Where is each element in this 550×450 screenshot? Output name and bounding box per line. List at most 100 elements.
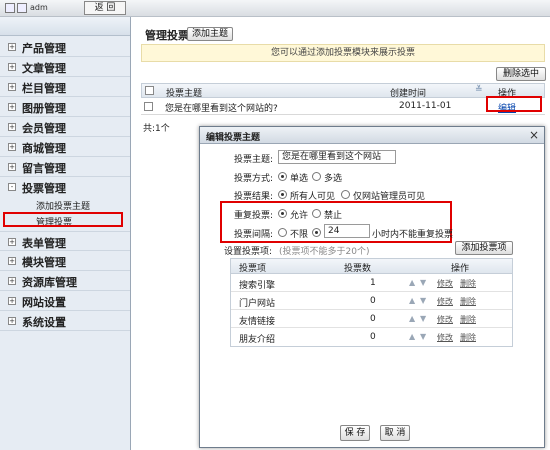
interval-hours-input[interactable]: 24: [324, 224, 370, 238]
move-down-icon[interactable]: ▼: [420, 278, 426, 287]
page-title: 管理投票: [145, 29, 189, 42]
add-item-button[interactable]: 添加投票项: [455, 241, 513, 255]
move-down-icon[interactable]: ▼: [420, 314, 426, 323]
sidebar-item-resources[interactable]: + 资源库管理: [0, 271, 130, 291]
save-button[interactable]: 保 存: [340, 425, 370, 441]
edit-item-link[interactable]: 修改: [437, 296, 453, 307]
result-all-radio[interactable]: [278, 190, 287, 199]
sidebar-item-label: 文章管理: [22, 62, 66, 75]
delete-item-link[interactable]: 删除: [460, 296, 476, 307]
mode-single-label: 单选: [290, 174, 309, 184]
move-up-icon[interactable]: ▲: [409, 278, 415, 287]
item-name: 搜索引擎: [239, 281, 276, 291]
sidebar-item-columns[interactable]: + 栏目管理: [0, 77, 130, 97]
edit-item-link[interactable]: 修改: [437, 278, 453, 289]
topic-input[interactable]: 您是在哪里看到这个网站: [278, 150, 396, 164]
expand-icon[interactable]: +: [8, 163, 16, 171]
top-bar: adm 返 回: [0, 0, 550, 17]
interval-hours-radio[interactable]: [312, 228, 321, 237]
sidebar-item-articles[interactable]: + 文章管理: [0, 57, 130, 77]
info-tip: 您可以通过添加投票模块来展示投票: [141, 44, 545, 62]
repeat-deny-label: 禁止: [324, 211, 343, 221]
add-topic-button[interactable]: 添加主题: [187, 27, 233, 41]
move-up-icon[interactable]: ▲: [409, 296, 415, 305]
highlight-box: [3, 212, 123, 227]
interval-unlimited-label: 不限: [290, 230, 309, 240]
expand-icon[interactable]: +: [8, 43, 16, 51]
expand-icon[interactable]: +: [8, 63, 16, 71]
item-count: 0: [370, 332, 376, 342]
edit-item-link[interactable]: 修改: [437, 332, 453, 343]
mode-multi-label: 多选: [324, 174, 343, 184]
sidebar-item-label: 产品管理: [22, 42, 66, 55]
sidebar-item-modules[interactable]: + 模块管理: [0, 251, 130, 271]
repeat-allow-label: 允许: [290, 211, 309, 221]
expand-icon[interactable]: +: [8, 317, 16, 325]
sidebar-item-label: 商城管理: [22, 142, 66, 155]
move-down-icon[interactable]: ▼: [420, 332, 426, 341]
username: adm: [30, 3, 48, 12]
expand-icon[interactable]: +: [8, 238, 16, 246]
item-name: 友情链接: [239, 317, 276, 327]
sidebar-item-site-settings[interactable]: + 网站设置: [0, 291, 130, 311]
votes-table: 投票主题 创建时间 ≚ 操作 您是在哪里看到这个网站的? 2011-11-01 …: [141, 83, 545, 115]
sidebar-item-messages[interactable]: + 留言管理: [0, 157, 130, 177]
sidebar-item-label: 会员管理: [22, 122, 66, 135]
delete-item-link[interactable]: 删除: [460, 314, 476, 325]
select-all-checkbox[interactable]: [145, 86, 154, 95]
expand-icon[interactable]: +: [8, 257, 16, 265]
items-hint: (投票项不能多于20个): [279, 247, 370, 257]
sidebar-item-label: 栏目管理: [22, 82, 66, 95]
items-label: 设置投票项:: [224, 247, 273, 257]
col-item: 投票项: [239, 264, 267, 274]
expand-icon[interactable]: +: [8, 83, 16, 91]
sidebar-item-shop[interactable]: + 商城管理: [0, 137, 130, 157]
back-button[interactable]: 返 回: [84, 1, 126, 15]
sidebar-item-products[interactable]: + 产品管理: [0, 37, 130, 57]
sidebar: + 产品管理 + 文章管理 + 栏目管理 + 图册管理 + 会员管理 + 商城管…: [0, 17, 131, 450]
sidebar-item-label: 系统设置: [22, 316, 66, 329]
row-checkbox[interactable]: [144, 102, 153, 111]
sort-icon[interactable]: ≚: [475, 85, 483, 95]
delete-item-link[interactable]: 删除: [460, 278, 476, 289]
mode-multi-radio[interactable]: [312, 172, 321, 181]
expand-icon[interactable]: +: [8, 277, 16, 285]
move-up-icon[interactable]: ▲: [409, 332, 415, 341]
sidebar-subitem-add-vote[interactable]: 添加投票主题: [36, 199, 90, 212]
sidebar-item-label: 图册管理: [22, 102, 66, 115]
item-row: 友情链接 0 ▲ ▼ 修改 删除: [231, 310, 512, 328]
repeat-label: 重复投票:: [234, 211, 274, 221]
collapse-icon[interactable]: -: [8, 183, 16, 191]
dialog-titlebar: 编辑投票主题 ×: [200, 127, 544, 144]
dialog-title: 编辑投票主题: [206, 133, 261, 143]
repeat-deny-radio[interactable]: [312, 209, 321, 218]
interval-unlimited-radio[interactable]: [278, 228, 287, 237]
home-icon[interactable]: [5, 3, 15, 13]
item-row: 门户网站 0 ▲ ▼ 修改 删除: [231, 292, 512, 310]
interval-label: 投票间隔:: [234, 230, 274, 240]
sidebar-item-votes[interactable]: - 投票管理: [0, 177, 130, 197]
sidebar-item-system-settings[interactable]: + 系统设置: [0, 311, 130, 331]
delete-item-link[interactable]: 删除: [460, 332, 476, 343]
window-icon[interactable]: [17, 3, 27, 13]
item-name: 门户网站: [239, 299, 276, 309]
expand-icon[interactable]: +: [8, 143, 16, 151]
expand-icon[interactable]: +: [8, 123, 16, 131]
move-down-icon[interactable]: ▼: [420, 296, 426, 305]
cancel-button[interactable]: 取 消: [380, 425, 410, 441]
repeat-allow-radio[interactable]: [278, 209, 287, 218]
close-icon[interactable]: ×: [529, 128, 539, 142]
expand-icon[interactable]: +: [8, 297, 16, 305]
sidebar-item-members[interactable]: + 会员管理: [0, 117, 130, 137]
result-admin-radio[interactable]: [341, 190, 350, 199]
expand-icon[interactable]: +: [8, 103, 16, 111]
vote-items-table: 投票项 投票数 操作 搜索引擎 1 ▲ ▼ 修改 删除 门户网站 0 ▲ ▼ 修…: [230, 258, 513, 347]
delete-selected-button[interactable]: 删除选中: [496, 67, 546, 81]
move-up-icon[interactable]: ▲: [409, 314, 415, 323]
sidebar-item-label: 投票管理: [22, 182, 66, 195]
sidebar-item-albums[interactable]: + 图册管理: [0, 97, 130, 117]
edit-item-link[interactable]: 修改: [437, 314, 453, 325]
sidebar-item-forms[interactable]: + 表单管理: [0, 231, 130, 251]
row-created: 2011-11-01: [399, 101, 452, 111]
mode-single-radio[interactable]: [278, 172, 287, 181]
